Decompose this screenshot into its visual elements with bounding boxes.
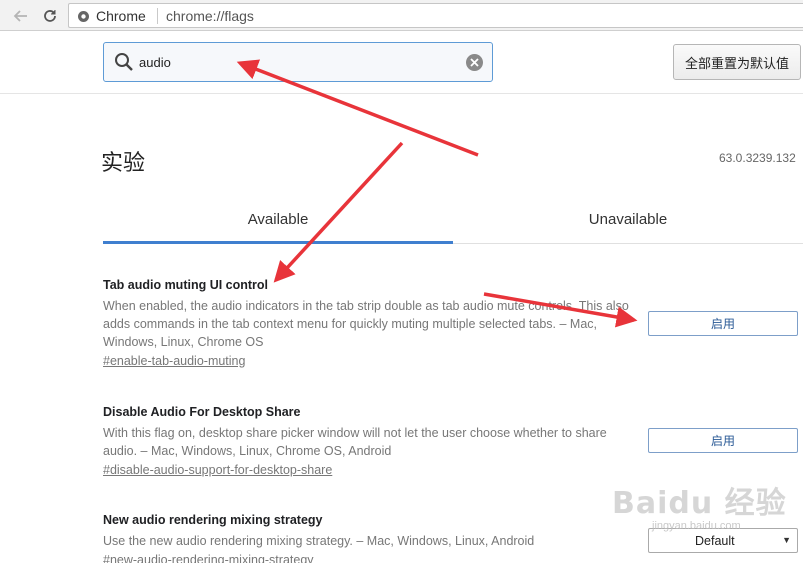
browser-toolbar: Chrome chrome://flags [0,0,803,31]
experiment-item: Tab audio muting UI control When enabled… [103,276,633,370]
enable-button[interactable]: 启用 [648,311,798,336]
tab-divider [453,243,803,244]
search-box[interactable] [103,42,493,82]
experiment-link[interactable]: #disable-audio-support-for-desktop-share [103,461,332,479]
omnibox-origin: Chrome [96,8,146,24]
chrome-page-icon [77,10,90,28]
reload-icon[interactable] [40,6,60,26]
experiment-item: Disable Audio For Desktop Share With thi… [103,403,633,479]
clear-search-icon[interactable] [466,54,483,71]
page-title: 实验 [101,151,146,176]
baidu-watermark-url: jingyan.baidu.com [652,520,741,532]
omnibox-separator [157,8,158,24]
tab-available[interactable]: Available [103,196,453,244]
tab-unavailable[interactable]: Unavailable [453,196,803,244]
experiment-description: With this flag on, desktop share picker … [103,426,607,458]
experiment-link[interactable]: #new-audio-rendering-mixing-strategy [103,551,314,563]
experiment-description: When enabled, the audio indicators in th… [103,299,629,349]
triangle-down-icon: ▼ [782,535,791,545]
experiment-name: Disable Audio For Desktop Share [103,405,301,419]
search-input[interactable] [139,51,459,73]
omnibox[interactable]: Chrome chrome://flags [68,3,803,28]
search-icon [114,52,134,77]
back-arrow-icon[interactable] [11,6,31,26]
experiment-item: New audio rendering mixing strategy Use … [103,511,633,563]
enable-button[interactable]: 启用 [648,428,798,453]
experiment-name: Tab audio muting UI control [103,278,269,292]
flags-header: 全部重置为默认值 [0,32,803,94]
experiment-name: New audio rendering mixing strategy [103,513,323,527]
omnibox-url[interactable]: chrome://flags [166,8,254,24]
experiment-description: Use the new audio rendering mixing strat… [103,534,535,548]
reset-all-button[interactable]: 全部重置为默认值 [673,44,801,80]
version-label: 63.0.3239.132 [719,151,796,165]
experiment-link[interactable]: #enable-tab-audio-muting [103,352,245,370]
baidu-watermark: Baidu 经验 [612,486,787,521]
select-value: Default [695,534,735,548]
tab-active-indicator [103,241,453,244]
